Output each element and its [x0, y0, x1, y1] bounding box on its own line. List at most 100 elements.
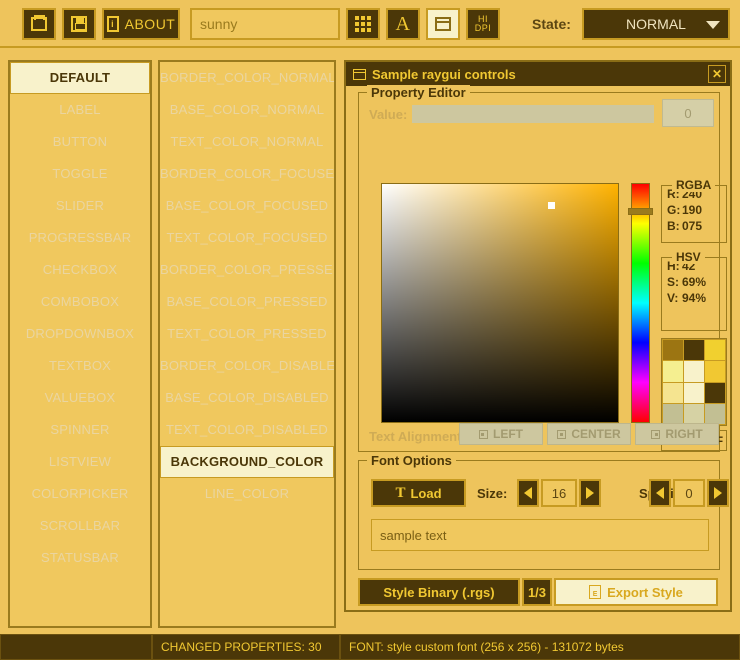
font-spacing-value[interactable]: 0	[673, 479, 705, 507]
property-list-item-text_color_focused[interactable]: TEXT_COLOR_FOCUSED	[160, 222, 334, 254]
hsv-title: HSV	[672, 250, 705, 264]
control-list-item-colorpicker[interactable]: COLORPICKER	[10, 478, 150, 510]
close-icon[interactable]: ✕	[708, 65, 726, 83]
hsv-group: HSV H:42S:69%V:94%	[661, 257, 727, 331]
font-spacing-increase-button[interactable]	[707, 479, 729, 507]
control-list-item-button[interactable]: BUTTON	[10, 126, 150, 158]
font-spacing-decrease-button[interactable]	[649, 479, 671, 507]
property-list-item-base_color_disabled[interactable]: BASE_COLOR_DISABLED	[160, 382, 334, 414]
palette-swatch-10[interactable]	[684, 404, 704, 424]
chevron-down-icon	[706, 21, 720, 29]
statusbar-changed-properties: CHANGED PROPERTIES: 30	[152, 634, 340, 660]
property-list-item-text_color_pressed[interactable]: TEXT_COLOR_PRESSED	[160, 318, 334, 350]
property-list-item-border_color_focused[interactable]: BORDER_COLOR_FOCUSED	[160, 158, 334, 190]
palette-swatch-9[interactable]	[663, 404, 683, 424]
font-size-decrease-button[interactable]	[517, 479, 539, 507]
rgba-key: G:	[667, 202, 682, 218]
style-name-input[interactable]: sunny	[190, 8, 340, 40]
control-list-item-progressbar[interactable]: PROGRESSBAR	[10, 222, 150, 254]
color-palette[interactable]	[661, 338, 727, 426]
save-style-button[interactable]	[62, 8, 96, 40]
property-list-item-text_color_normal[interactable]: TEXT_COLOR_NORMAL	[160, 126, 334, 158]
control-list-item-checkbox[interactable]: CHECKBOX	[10, 254, 150, 286]
radio-icon	[557, 430, 566, 439]
property-list-item-base_color_normal[interactable]: BASE_COLOR_NORMAL	[160, 94, 334, 126]
palette-swatch-4[interactable]	[684, 361, 704, 381]
control-list-item-textbox[interactable]: TEXTBOX	[10, 350, 150, 382]
color-picker-sv-area[interactable]	[381, 183, 619, 423]
export-file-icon: E	[589, 585, 601, 599]
palette-swatch-8[interactable]	[705, 383, 725, 403]
control-list-item-scrollbar[interactable]: SCROLLBAR	[10, 510, 150, 542]
align-left-option[interactable]: LEFT	[459, 423, 543, 445]
hidpi-line-2: DPI	[475, 24, 492, 33]
property-list-item-border_color_pressed[interactable]: BORDER_COLOR_PRESSED	[160, 254, 334, 286]
control-list-item-slider[interactable]: SLIDER	[10, 190, 150, 222]
font-size-value[interactable]: 16	[541, 479, 577, 507]
font-view-button[interactable]: A	[386, 8, 420, 40]
palette-swatch-11[interactable]	[705, 404, 725, 424]
control-list-item-listview[interactable]: LISTVIEW	[10, 446, 150, 478]
radio-icon	[651, 430, 660, 439]
align-left-label: LEFT	[493, 427, 523, 441]
page-indicator[interactable]: 1/3	[522, 578, 552, 606]
about-button[interactable]: i ABOUT	[102, 8, 180, 40]
font-size-label: Size:	[477, 486, 507, 501]
palette-swatch-7[interactable]	[684, 383, 704, 403]
control-list-panel[interactable]: DEFAULTLABELBUTTONTOGGLESLIDERPROGRESSBA…	[8, 60, 152, 628]
hsv-key: S:	[667, 274, 682, 290]
palette-swatch-2[interactable]	[705, 340, 725, 360]
property-list-item-line_color[interactable]: LINE_COLOR	[160, 478, 334, 510]
arrow-left-icon	[524, 487, 532, 499]
rgba-row: B:075	[662, 218, 726, 234]
palette-swatch-5[interactable]	[705, 361, 725, 381]
style-binary-button[interactable]: Style Binary (.rgs)	[358, 578, 520, 606]
property-list-item-background_color[interactable]: BACKGROUND_COLOR	[160, 446, 334, 478]
property-list-panel[interactable]: BORDER_COLOR_NORMALBASE_COLOR_NORMALTEXT…	[158, 60, 336, 628]
control-list-item-label[interactable]: LABEL	[10, 94, 150, 126]
align-center-label: CENTER	[571, 427, 620, 441]
property-editor-group: Property Editor Value: 0 RGBA R:240G:190…	[358, 92, 720, 452]
control-list-item-valuebox[interactable]: VALUEBOX	[10, 382, 150, 414]
open-style-button[interactable]	[22, 8, 56, 40]
hidpi-toggle-button[interactable]: HI DPI	[466, 8, 500, 40]
rgui-style-editor-app: i ABOUT sunny A HI DPI State: NORMAL DEF…	[0, 0, 740, 660]
sample-controls-window: Sample raygui controls ✕ Property Editor…	[344, 60, 732, 612]
color-picker-hue-bar[interactable]	[631, 183, 650, 423]
state-dropdown[interactable]: NORMAL	[582, 8, 730, 40]
color-picker-cursor[interactable]	[548, 202, 555, 209]
align-right-option[interactable]: RIGHT	[635, 423, 719, 445]
color-picker-hue-cursor[interactable]	[628, 208, 653, 215]
palette-swatch-0[interactable]	[663, 340, 683, 360]
align-center-option[interactable]: CENTER	[547, 423, 631, 445]
control-list-item-dropdownbox[interactable]: DROPDOWNBOX	[10, 318, 150, 350]
rgba-key: B:	[667, 218, 682, 234]
load-font-button[interactable]: T Load	[371, 479, 466, 507]
value-numberbox[interactable]: 0	[662, 99, 714, 127]
window-view-button[interactable]	[426, 8, 460, 40]
text-T-icon: T	[395, 486, 405, 501]
property-editor-title: Property Editor	[367, 85, 470, 100]
control-list-item-combobox[interactable]: COMBOBOX	[10, 286, 150, 318]
radio-icon	[479, 430, 488, 439]
property-list-item-border_color_disabled[interactable]: BORDER_COLOR_DISABLED	[160, 350, 334, 382]
property-list-item-base_color_focused[interactable]: BASE_COLOR_FOCUSED	[160, 190, 334, 222]
palette-swatch-6[interactable]	[663, 383, 683, 403]
info-icon: i	[107, 16, 119, 32]
property-list-item-text_color_disabled[interactable]: TEXT_COLOR_DISABLED	[160, 414, 334, 446]
control-list-item-spinner[interactable]: SPINNER	[10, 414, 150, 446]
arrow-left-icon	[656, 487, 664, 499]
palette-swatch-1[interactable]	[684, 340, 704, 360]
font-options-title: Font Options	[367, 453, 456, 468]
font-size-increase-button[interactable]	[579, 479, 601, 507]
control-list-item-toggle[interactable]: TOGGLE	[10, 158, 150, 190]
palette-swatch-3[interactable]	[663, 361, 683, 381]
value-slider[interactable]	[412, 105, 654, 123]
property-list-item-border_color_normal[interactable]: BORDER_COLOR_NORMAL	[160, 62, 334, 94]
grid-toggle-button[interactable]	[346, 8, 380, 40]
export-style-button[interactable]: E Export Style	[554, 578, 718, 606]
control-list-item-statusbar[interactable]: STATUSBAR	[10, 542, 150, 574]
property-list-item-base_color_pressed[interactable]: BASE_COLOR_PRESSED	[160, 286, 334, 318]
control-list-item-default[interactable]: DEFAULT	[10, 62, 150, 94]
sample-text-input[interactable]: sample text	[371, 519, 709, 551]
